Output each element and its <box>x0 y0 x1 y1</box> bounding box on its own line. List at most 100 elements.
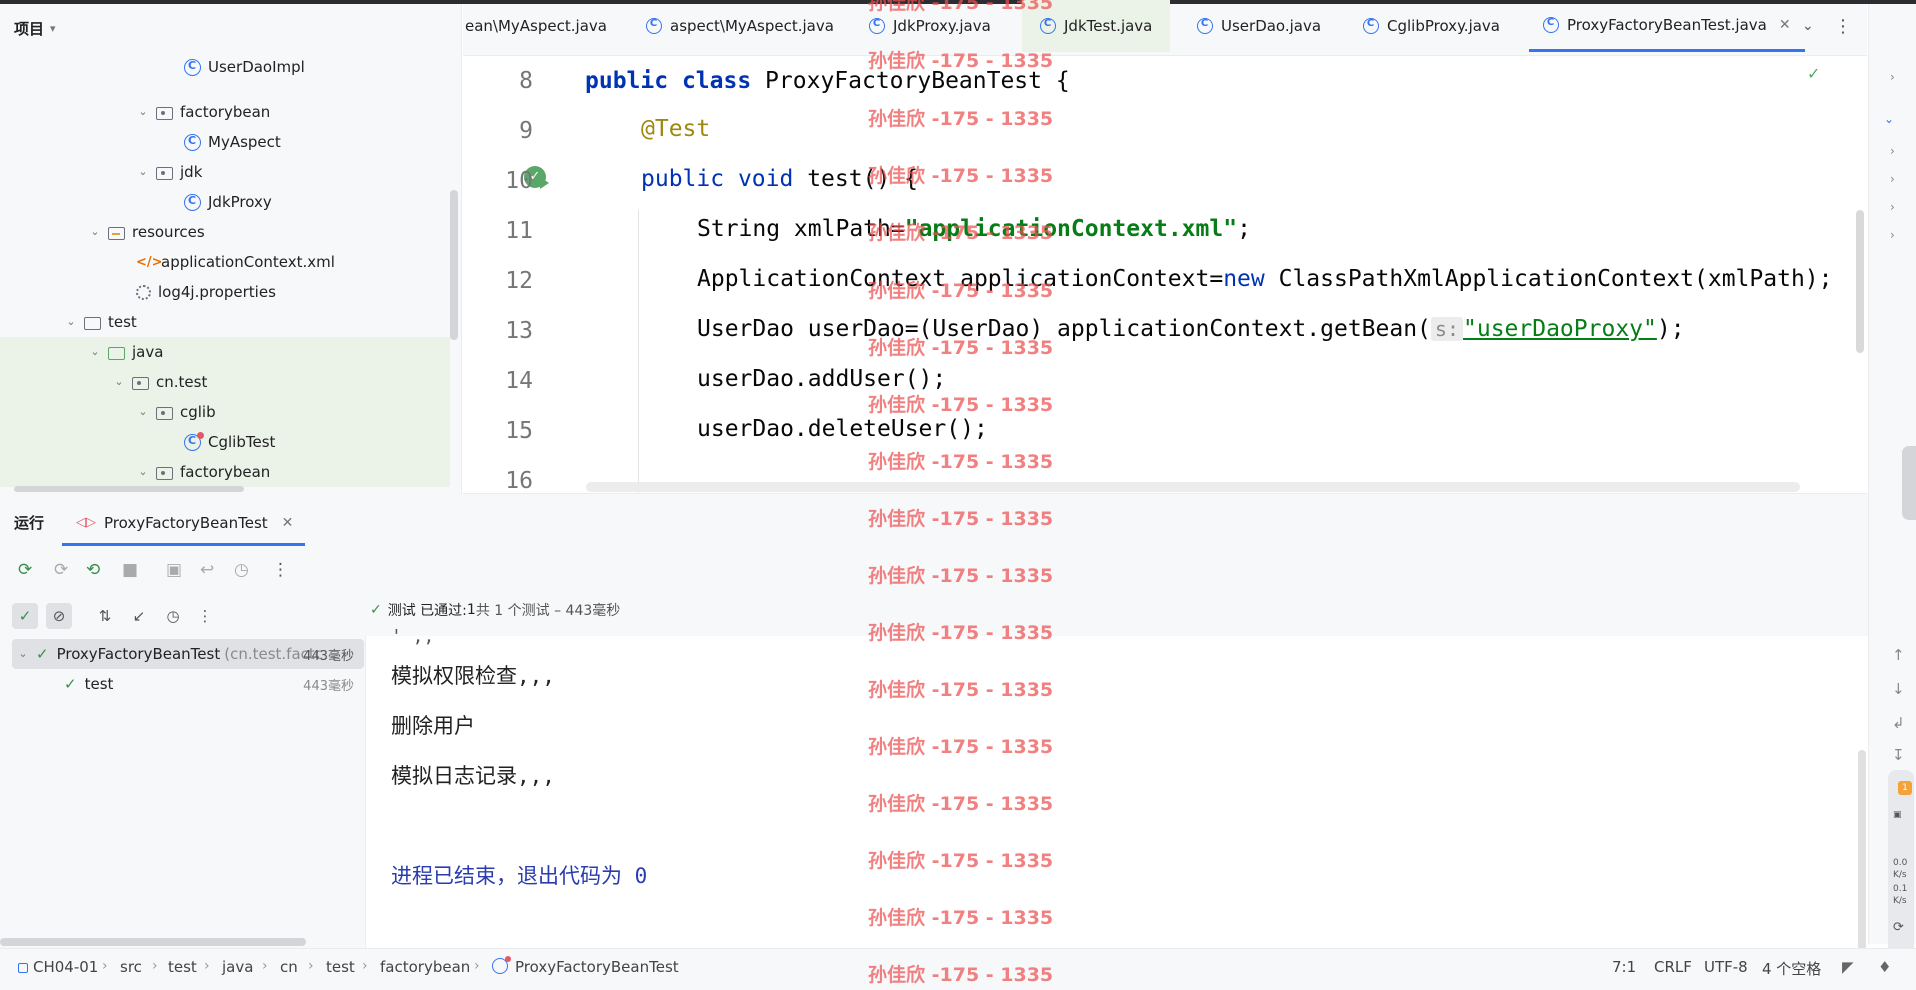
tab-label: ean\MyAspect.java <box>465 17 607 35</box>
show-ignored-icon[interactable]: ⊘ <box>46 603 72 629</box>
chevron-down-icon[interactable]: ⌄ <box>136 465 150 479</box>
tab-bean-myaspect[interactable]: ean\MyAspect.java <box>463 0 607 52</box>
tree-item-resources[interactable]: ⌄ resources <box>0 217 450 247</box>
code-line-15[interactable]: userDao.deleteUser(); <box>697 416 988 442</box>
arrow-down-icon[interactable]: ↓ <box>1892 680 1905 698</box>
code-line-11[interactable]: String xmlPath="applicationContext.xml"; <box>697 216 1251 242</box>
arrow-up-icon[interactable]: ↑ <box>1892 646 1905 664</box>
chevron-right-icon[interactable]: › <box>1890 172 1895 186</box>
chevron-down-icon[interactable]: ⌄ <box>1884 112 1894 126</box>
tree-item-jdk[interactable]: ⌄ jdk <box>0 157 450 187</box>
collapse-icon[interactable]: ↙ <box>126 603 152 629</box>
code-line-9[interactable]: @Test <box>641 116 710 142</box>
chevron-down-icon[interactable]: ⌄ <box>88 345 102 359</box>
tree-item-factorybean-test[interactable]: ⌄ factorybean <box>0 457 450 487</box>
show-passed-icon[interactable]: ✓ <box>12 603 38 629</box>
trash-icon[interactable]: ▣ <box>1893 810 1902 820</box>
breadcrumb-item[interactable]: factorybean <box>380 958 470 976</box>
test-node-class[interactable]: ⌄ ✓ ProxyFactoryBeanTest (cn.test.factc … <box>12 639 364 669</box>
lock-icon[interactable]: ◤ <box>1842 958 1854 976</box>
breadcrumb-item[interactable]: cn <box>280 958 298 976</box>
tab-aspect-myaspect[interactable]: aspect\MyAspect.java <box>646 0 834 52</box>
chevron-down-icon[interactable]: ⌄ <box>64 315 78 329</box>
project-panel-title[interactable]: 项目 ▾ <box>14 18 56 39</box>
chevron-down-icon[interactable]: ⌄ <box>136 405 150 419</box>
stop-icon[interactable]: ■ <box>122 560 138 580</box>
tree-item-cglib[interactable]: ⌄ cglib <box>0 397 450 427</box>
tab-cglibproxy[interactable]: CglibProxy.java <box>1363 0 1500 52</box>
soft-wrap-icon[interactable]: ↲ <box>1892 714 1905 732</box>
breadcrumb-item[interactable]: java <box>222 958 253 976</box>
chevron-right-icon[interactable]: › <box>1890 200 1895 214</box>
sort-icon[interactable]: ⇅ <box>92 603 118 629</box>
inspection-ok-icon[interactable]: ✓ <box>1807 64 1820 83</box>
rerun-icon[interactable]: ⟳ <box>18 560 32 580</box>
tree-item-cglibtest[interactable]: CglibTest <box>0 427 450 457</box>
test-tree-scrollbar[interactable] <box>0 938 306 946</box>
indent-setting[interactable]: 4 个空格 <box>1762 958 1821 979</box>
more-vertical-icon[interactable]: ⋮ <box>272 560 289 580</box>
chevron-down-icon[interactable]: ⌄ <box>88 225 102 239</box>
chevron-right-icon[interactable]: › <box>1890 144 1895 158</box>
class-icon <box>184 133 201 151</box>
rerun-auto-icon[interactable]: ⟲ <box>86 560 100 580</box>
tab-jdkproxy[interactable]: JdkProxy.java <box>869 0 991 52</box>
clock-icon[interactable]: ◷ <box>160 603 186 629</box>
test-node-method[interactable]: ✓ test 443毫秒 <box>12 669 364 699</box>
line-separator[interactable]: CRLF <box>1654 958 1692 976</box>
caret-position[interactable]: 7:1 <box>1612 958 1636 976</box>
chevron-right-icon[interactable]: › <box>1890 70 1895 84</box>
chevron-right-icon[interactable]: › <box>1890 228 1895 242</box>
tree-item-myaspect[interactable]: MyAspect <box>0 127 450 157</box>
breadcrumb-item[interactable]: test <box>168 958 197 976</box>
coverage-icon[interactable]: ◷ <box>234 560 249 580</box>
breadcrumb-item[interactable]: src <box>120 958 142 976</box>
more-vertical-icon[interactable]: ⋮ <box>192 603 218 629</box>
export-icon[interactable]: ↩ <box>200 560 214 580</box>
breadcrumb-item[interactable]: ProxyFactoryBeanTest <box>515 958 679 976</box>
chevron-down-icon[interactable]: ⌄ <box>136 105 150 119</box>
editor-horizontal-scrollbar[interactable] <box>586 482 1800 492</box>
project-horizontal-scrollbar[interactable] <box>14 486 244 492</box>
drag-handle[interactable] <box>1902 446 1916 520</box>
rerun-failed-icon[interactable]: ⟳ <box>54 560 68 580</box>
breadcrumb-item[interactable]: test <box>326 958 355 976</box>
code-line-14[interactable]: userDao.addUser(); <box>697 366 946 392</box>
tree-item-cn-test[interactable]: ⌄ cn.test <box>0 367 450 397</box>
project-scrollbar[interactable] <box>450 190 458 340</box>
tab-proxyfactorybeantest[interactable]: ProxyFactoryBeanTest.java ✕ <box>1529 0 1805 52</box>
tree-item-jdkproxy[interactable]: JdkProxy <box>0 187 450 217</box>
tab-userdao[interactable]: UserDao.java <box>1197 0 1321 52</box>
code-line-12[interactable]: ApplicationContext applicationContext=ne… <box>697 266 1832 292</box>
tab-jdktest[interactable]: JdkTest.java <box>1022 0 1171 52</box>
tree-item-test[interactable]: ⌄ test <box>0 307 450 337</box>
close-icon[interactable]: ✕ <box>1779 17 1791 33</box>
tree-item-userdaoimpl[interactable]: UserDaoImpl <box>0 52 450 82</box>
tree-item-factorybean[interactable]: ⌄ factorybean <box>0 97 450 127</box>
code-line-8[interactable]: public class ProxyFactoryBeanTest { <box>585 68 1070 94</box>
tree-item-applicationcontext-xml[interactable]: </> applicationContext.xml <box>0 247 450 277</box>
code-line-13[interactable]: UserDao userDao=(UserDao) applicationCon… <box>697 316 1685 342</box>
camera-icon[interactable]: ▣ <box>166 560 182 580</box>
file-encoding[interactable]: UTF-8 <box>1704 958 1748 976</box>
download-speed-unit: K/s <box>1893 896 1907 906</box>
more-vertical-icon[interactable]: ⋮ <box>1834 16 1852 37</box>
bell-icon[interactable]: ♦ <box>1878 958 1891 976</box>
tree-item-java[interactable]: ⌄ java <box>0 337 450 367</box>
chevron-right-icon: › <box>308 958 314 974</box>
scroll-to-end-icon[interactable]: ↧ <box>1892 746 1905 764</box>
chevron-down-icon[interactable]: ⌄ <box>136 165 150 179</box>
run-tab-proxyfactorybeantest[interactable]: ◁▷ ProxyFactoryBeanTest ✕ <box>62 502 306 546</box>
editor-scrollbar[interactable] <box>1856 210 1864 353</box>
chevron-down-icon[interactable]: ⌄ <box>16 647 30 661</box>
breadcrumb-item[interactable]: CH04-01 <box>33 958 98 976</box>
console-output[interactable] <box>366 636 1868 948</box>
tree-item-log4j-properties[interactable]: log4j.properties <box>0 277 450 307</box>
close-icon[interactable]: ✕ <box>282 515 294 531</box>
chevron-down-icon[interactable]: ⌄ <box>1802 18 1814 34</box>
chevron-down-icon[interactable]: ⌄ <box>112 375 126 389</box>
console-scrollbar[interactable] <box>1858 750 1866 950</box>
refresh-icon[interactable]: ⟳ <box>1893 920 1904 935</box>
tree-item-label: test <box>108 313 137 331</box>
code-line-10[interactable]: public void test() { <box>641 166 918 192</box>
